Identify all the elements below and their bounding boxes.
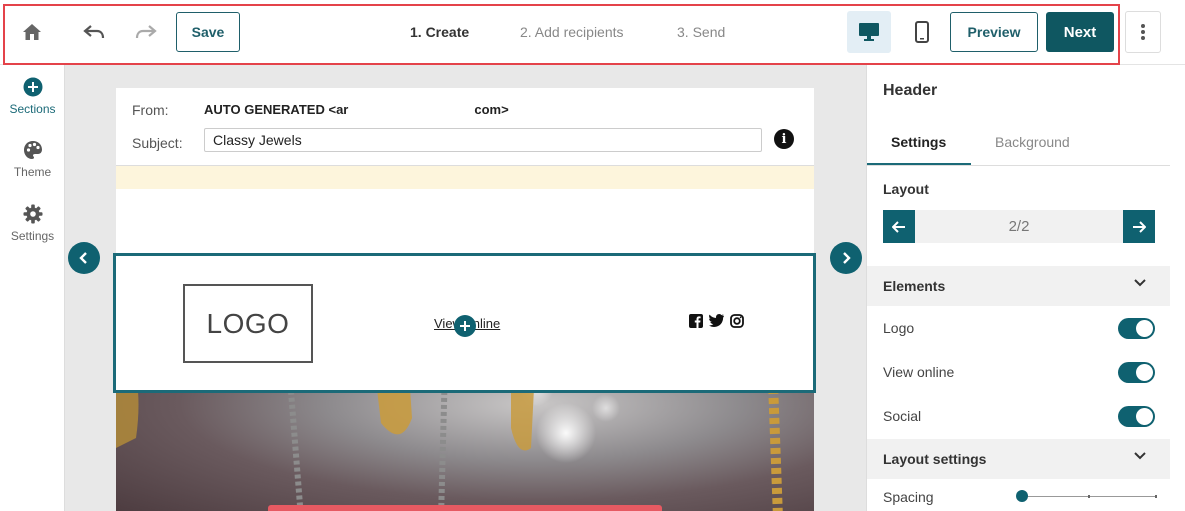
social-icons	[689, 314, 744, 328]
element-social-label: Social	[883, 408, 922, 424]
from-label: From:	[132, 102, 169, 118]
add-section-button[interactable]	[454, 315, 476, 337]
from-value: AUTO GENERATED <ar com>	[204, 102, 509, 117]
elements-label: Elements	[883, 278, 946, 294]
elements-accordion[interactable]: Elements	[867, 266, 1171, 306]
step-send[interactable]: 3. Send	[677, 24, 725, 40]
layout-value: 2/2	[1008, 218, 1030, 235]
mobile-view-button[interactable]	[900, 11, 944, 53]
next-layout-button[interactable]	[830, 242, 862, 274]
layout-selector: 2/2	[883, 210, 1155, 243]
nav-label-settings: Settings	[10, 229, 55, 243]
email-canvas: From: AUTO GENERATED <ar com> Subject: i	[65, 65, 866, 511]
nav-label-sections: Sections	[9, 102, 56, 116]
desktop-icon	[859, 23, 879, 41]
more-options-button[interactable]	[1125, 11, 1161, 53]
info-icon[interactable]: i	[774, 129, 794, 149]
previous-layout-button[interactable]	[68, 242, 100, 274]
page-scrollbar[interactable]	[1170, 65, 1185, 511]
panel-title: Header	[883, 82, 938, 99]
redo-icon[interactable]	[131, 17, 161, 47]
nav-item-theme[interactable]: Theme	[0, 140, 65, 179]
logo-placeholder[interactable]: LOGO	[183, 284, 313, 363]
desktop-view-button[interactable]	[847, 11, 891, 53]
element-view-online-label: View online	[883, 364, 955, 380]
chevron-right-icon	[843, 252, 851, 264]
spacing-label: Spacing	[883, 489, 934, 505]
slider-tick	[1155, 495, 1157, 498]
home-icon[interactable]	[17, 17, 47, 47]
arrow-left-icon	[892, 220, 905, 233]
chevron-down-icon	[1134, 279, 1146, 287]
element-logo-label: Logo	[883, 320, 915, 336]
plus-circle-icon	[23, 77, 42, 97]
layout-next-button[interactable]	[1123, 210, 1155, 243]
layout-settings-label: Layout settings	[883, 451, 987, 467]
layout-label: Layout	[883, 181, 929, 197]
social-toggle[interactable]	[1118, 406, 1155, 427]
logo-toggle[interactable]	[1118, 318, 1155, 339]
chevron-left-icon	[79, 252, 87, 264]
undo-icon[interactable]	[79, 17, 109, 47]
nav-item-settings[interactable]: Settings	[0, 204, 65, 243]
save-button[interactable]: Save	[176, 12, 240, 52]
hero-cta-button[interactable]	[268, 505, 662, 511]
from-value-start: AUTO GENERATED <ar	[204, 102, 349, 117]
tab-background[interactable]: Background	[995, 134, 1070, 150]
nav-item-sections[interactable]: Sections	[0, 77, 65, 116]
mobile-icon	[915, 21, 929, 43]
properties-panel: Header Settings Background Layout 2/2 El…	[866, 65, 1171, 511]
tabs-divider	[867, 165, 1171, 166]
layout-prev-button[interactable]	[883, 210, 915, 243]
facebook-icon[interactable]	[689, 314, 703, 328]
instagram-icon[interactable]	[730, 314, 744, 328]
chevron-down-icon	[1134, 452, 1146, 460]
twitter-icon[interactable]	[709, 314, 724, 327]
left-navigation: Sections Theme Settings	[0, 65, 65, 511]
step-create[interactable]: 1. Create	[410, 24, 469, 40]
preview-button[interactable]: Preview	[950, 12, 1038, 52]
from-value-end: com>	[474, 102, 509, 117]
slider-tick	[1088, 495, 1090, 498]
more-vertical-icon	[1141, 24, 1145, 40]
plus-icon	[460, 321, 470, 331]
subject-label: Subject:	[132, 135, 183, 151]
step-add-recipients[interactable]: 2. Add recipients	[520, 24, 624, 40]
gear-icon	[23, 204, 42, 224]
view-online-toggle[interactable]	[1118, 362, 1155, 383]
arrow-right-icon	[1133, 220, 1146, 233]
subject-input[interactable]	[204, 128, 762, 152]
spacing-slider-handle[interactable]	[1016, 490, 1028, 502]
palette-icon	[23, 141, 42, 159]
nav-label-theme: Theme	[13, 165, 52, 179]
top-toolbar: Save 1. Create 2. Add recipients 3. Send…	[0, 0, 1185, 65]
preheader-band	[116, 166, 814, 189]
tab-settings[interactable]: Settings	[891, 134, 946, 150]
layout-settings-accordion[interactable]: Layout settings	[867, 439, 1171, 479]
next-button[interactable]: Next	[1046, 12, 1114, 52]
